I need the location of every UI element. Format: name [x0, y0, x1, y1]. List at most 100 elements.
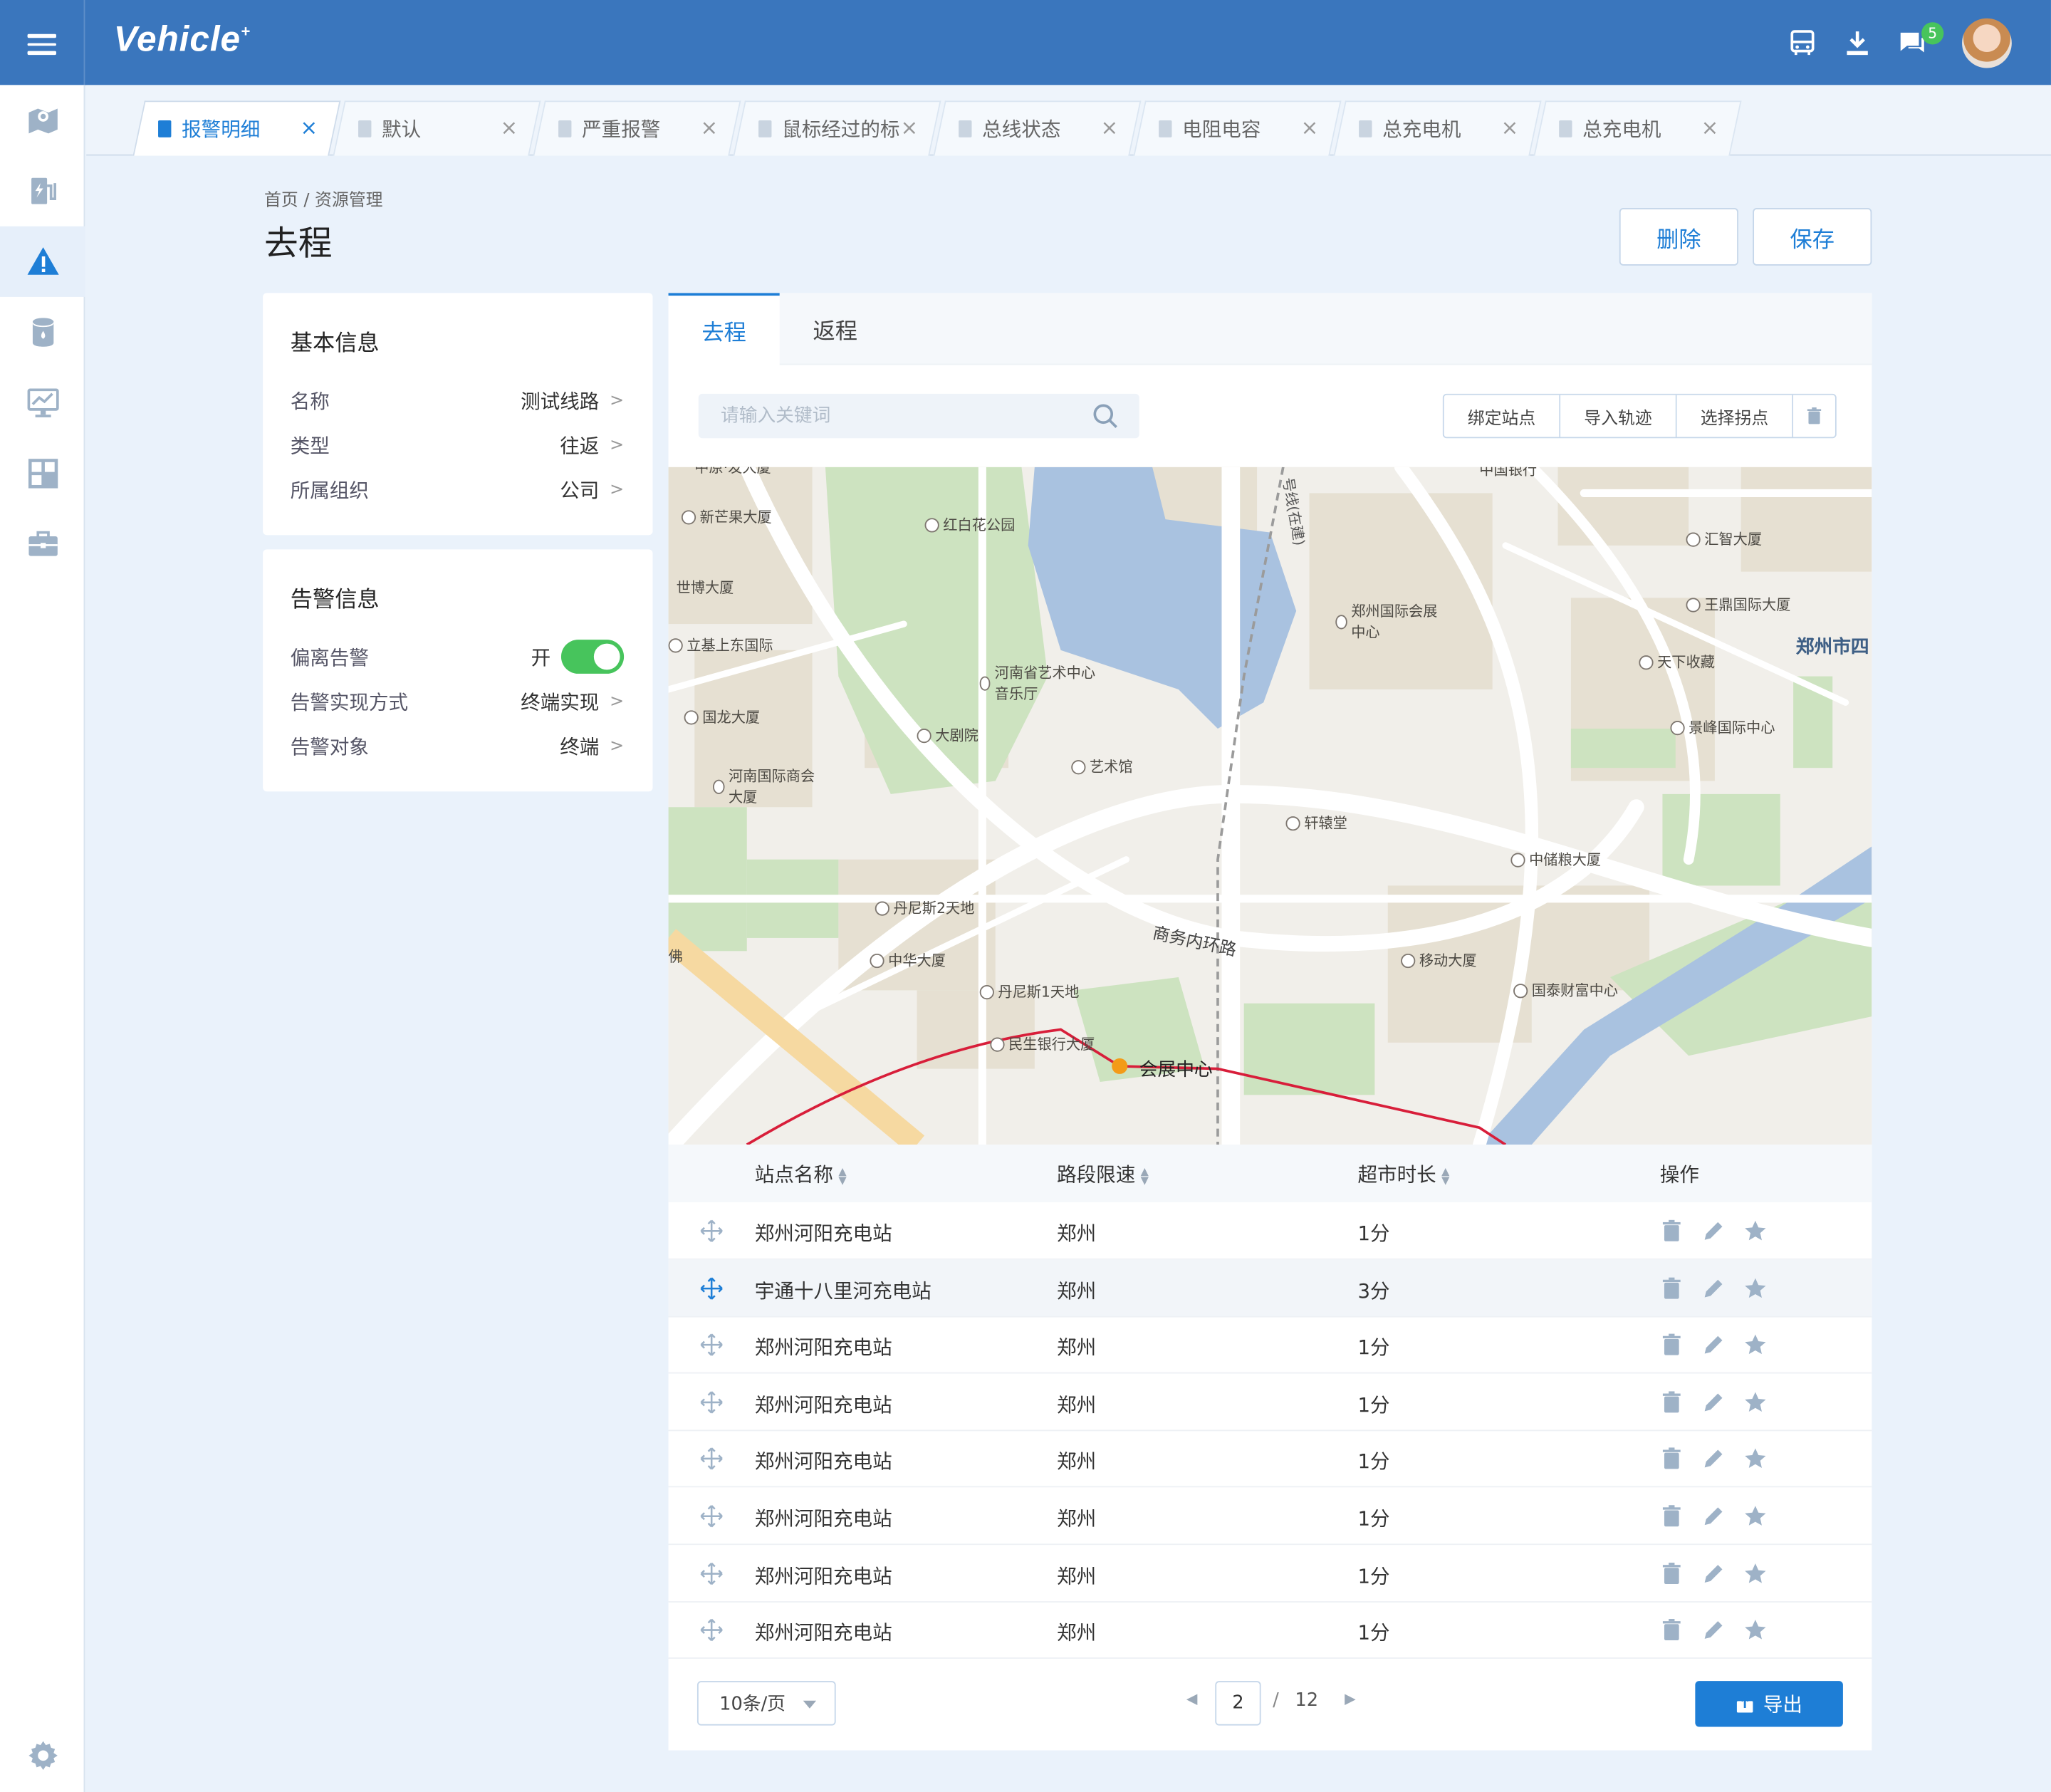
edit-icon[interactable] [1702, 1618, 1726, 1642]
delete-track-button[interactable] [1793, 395, 1835, 437]
edit-icon[interactable] [1702, 1561, 1726, 1585]
charging-station-icon[interactable] [0, 156, 85, 226]
close-icon[interactable]: × [1501, 115, 1519, 140]
trash-icon[interactable] [1660, 1561, 1684, 1585]
tab-item[interactable]: 电阻电容 × [1133, 100, 1342, 156]
map-pin-icon[interactable] [0, 85, 85, 155]
drag-handle-icon[interactable] [700, 1390, 724, 1414]
page-number-input[interactable]: 2 [1215, 1681, 1261, 1726]
trash-icon[interactable] [1660, 1618, 1684, 1642]
tab-item[interactable]: 鼠标经过的标 × [733, 100, 941, 156]
document-icon [558, 120, 572, 137]
edit-icon[interactable] [1702, 1219, 1726, 1243]
sort-icon[interactable]: ▲ ▼ [1141, 1165, 1149, 1185]
drag-handle-icon[interactable] [700, 1276, 724, 1300]
monitor-chart-icon[interactable] [0, 368, 85, 438]
save-button[interactable]: 保存 [1753, 208, 1872, 266]
table-row[interactable]: 郑州河阳充电站 郑州 1分 [668, 1202, 1872, 1260]
drag-handle-icon[interactable] [700, 1219, 724, 1243]
database-icon[interactable] [0, 297, 85, 368]
tab-item[interactable]: 默认 × [333, 100, 541, 156]
table-row[interactable]: 郑州河阳充电站 郑州 1分 [668, 1373, 1872, 1431]
search-icon[interactable] [1092, 403, 1119, 429]
drag-handle-icon[interactable] [700, 1504, 724, 1528]
menu-button[interactable] [0, 0, 85, 85]
page-size-select[interactable]: 10条/页 [696, 1681, 836, 1726]
trash-icon[interactable] [1660, 1333, 1684, 1357]
export-button[interactable]: 导出 [1695, 1681, 1843, 1727]
warning-icon[interactable] [0, 226, 85, 297]
trash-icon[interactable] [1660, 1390, 1684, 1414]
import-track-button[interactable]: 导入轨迹 [1560, 395, 1677, 437]
sort-icon[interactable]: ▲ ▼ [1441, 1165, 1449, 1185]
edit-icon[interactable] [1702, 1333, 1726, 1357]
table-row[interactable]: 郑州河阳充电站 郑州 1分 [668, 1544, 1872, 1603]
column-timeout[interactable]: 超市时长 ▲ ▼ [1357, 1160, 1449, 1188]
delete-button[interactable]: 删除 [1619, 208, 1738, 266]
edit-icon[interactable] [1702, 1390, 1726, 1414]
star-icon[interactable] [1743, 1561, 1767, 1585]
breadcrumb[interactable]: 首页 / 资源管理 [264, 186, 383, 211]
bind-station-button[interactable]: 绑定站点 [1444, 395, 1561, 437]
sort-icon[interactable]: ▲ ▼ [838, 1165, 846, 1185]
info-row-name[interactable]: 名称 测试线路 > [291, 385, 624, 416]
table-row[interactable]: 郑州河阳充电站 郑州 1分 [668, 1601, 1872, 1660]
edit-icon[interactable] [1702, 1276, 1726, 1300]
tab-return[interactable]: 返程 [780, 293, 891, 365]
prev-page-icon[interactable]: ◀ [1186, 1690, 1198, 1707]
star-icon[interactable] [1743, 1219, 1767, 1243]
close-icon[interactable]: × [901, 115, 919, 140]
column-speed-limit[interactable]: 路段限速 ▲ ▼ [1057, 1160, 1149, 1188]
trash-icon[interactable] [1660, 1219, 1684, 1243]
search-input[interactable] [698, 393, 1078, 439]
trash-icon[interactable] [1660, 1276, 1684, 1300]
alarm-row-target[interactable]: 告警对象 终端 > [291, 730, 624, 761]
bus-icon[interactable] [1787, 28, 1818, 59]
tab-item[interactable]: 总线状态 × [933, 100, 1142, 156]
close-icon[interactable]: × [701, 115, 719, 140]
star-icon[interactable] [1743, 1333, 1767, 1357]
tab-item[interactable]: 严重报警 × [533, 100, 741, 156]
edit-icon[interactable] [1702, 1504, 1726, 1528]
tab-item[interactable]: 总充电机 × [1333, 100, 1542, 156]
briefcase-icon[interactable] [0, 509, 85, 579]
drag-handle-icon[interactable] [700, 1447, 724, 1471]
star-icon[interactable] [1743, 1447, 1767, 1471]
route-map[interactable]: 新芒果大厦 红白花公园 世博大厦 立基上东国际 国龙大厦 河南国际商会大厦 河南… [668, 467, 1872, 1145]
tab-item[interactable]: 报警明细 × [132, 100, 341, 156]
close-icon[interactable]: × [1701, 115, 1719, 140]
close-icon[interactable]: × [300, 115, 318, 140]
star-icon[interactable] [1743, 1504, 1767, 1528]
close-icon[interactable]: × [1301, 115, 1319, 140]
next-page-icon[interactable]: ▶ [1345, 1690, 1356, 1707]
grid-icon[interactable] [0, 438, 85, 509]
gear-icon[interactable] [0, 1720, 85, 1791]
info-row-type[interactable]: 类型 往返 > [291, 429, 624, 460]
deviation-alarm-toggle[interactable] [560, 640, 625, 674]
info-row-org[interactable]: 所属组织 公司 > [291, 474, 624, 505]
chat-icon[interactable]: 5 [1896, 22, 1944, 59]
close-icon[interactable]: × [1101, 115, 1119, 140]
download-icon[interactable] [1842, 28, 1873, 59]
tab-item[interactable]: 总充电机 × [1533, 100, 1742, 156]
close-icon[interactable]: × [501, 115, 518, 140]
column-station-name[interactable]: 站点名称 ▲ ▼ [755, 1160, 847, 1188]
table-row[interactable]: 郑州河阳充电站 郑州 1分 [668, 1316, 1872, 1374]
trash-icon[interactable] [1660, 1504, 1684, 1528]
table-row[interactable]: 郑州河阳充电站 郑州 1分 [668, 1487, 1872, 1546]
tab-outbound[interactable]: 去程 [668, 293, 780, 365]
alarm-row-method[interactable]: 告警实现方式 终端实现 > [291, 685, 624, 717]
edit-icon[interactable] [1702, 1447, 1726, 1471]
drag-handle-icon[interactable] [700, 1333, 724, 1357]
star-icon[interactable] [1743, 1390, 1767, 1414]
table-row[interactable]: 郑州河阳充电站 郑州 1分 [668, 1430, 1872, 1489]
app-logo[interactable]: Vehicle+ [114, 20, 251, 61]
star-icon[interactable] [1743, 1276, 1767, 1300]
table-row[interactable]: 宇通十八里河充电站 郑州 3分 [668, 1259, 1872, 1317]
select-turn-point-button[interactable]: 选择拐点 [1676, 395, 1794, 437]
star-icon[interactable] [1743, 1618, 1767, 1642]
user-avatar[interactable] [1962, 18, 2012, 68]
trash-icon[interactable] [1660, 1447, 1684, 1471]
drag-handle-icon[interactable] [700, 1618, 724, 1642]
drag-handle-icon[interactable] [700, 1561, 724, 1585]
